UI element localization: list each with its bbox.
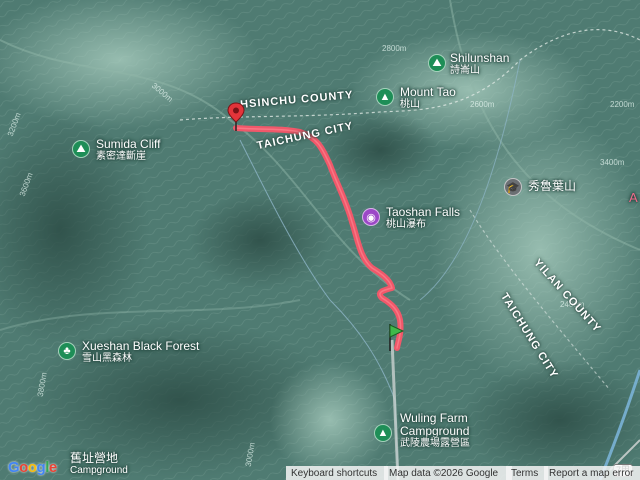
end-marker-icon[interactable] <box>227 102 245 132</box>
camera-icon[interactable]: ◉ <box>362 208 380 226</box>
poi-taoshan-falls[interactable]: Taoshan Falls 桃山瀑布 <box>386 206 460 231</box>
hiking-poi-icon[interactable]: ⛰ <box>72 140 90 158</box>
poi-wuling-farm-campground[interactable]: Wuling Farm Campground 武陵農場露營區 <box>400 412 470 450</box>
contour-label: 2600m <box>470 100 495 109</box>
poi-shilunshan[interactable]: Shilunshan 詩崙山 <box>450 52 509 77</box>
contour-label: 2800m <box>382 44 407 53</box>
poi-xueshan-black-forest[interactable]: Xueshan Black Forest 雪山黑森林 <box>82 340 199 365</box>
contour-label: 2200m <box>610 100 635 109</box>
poi-old-campsite[interactable]: 舊址營地 Campground <box>70 452 128 477</box>
tree-icon[interactable]: ♣ <box>58 342 76 360</box>
keyboard-shortcuts-link[interactable]: Keyboard shortcuts <box>286 466 388 480</box>
poi-sumida-cliff[interactable]: Sumida Cliff 素密達斷崖 <box>96 138 160 163</box>
campground-icon[interactable]: ▲ <box>374 424 392 442</box>
google-logo: Google <box>8 459 57 476</box>
poi-xiulu-yeshan[interactable]: 秀魯葉山 <box>528 180 576 193</box>
mountain-icon[interactable]: ▲ <box>376 88 394 106</box>
terms-link[interactable]: Terms <box>506 466 548 480</box>
hiking-poi-icon[interactable]: ⛰ <box>428 54 446 72</box>
map-data-attribution: Map data ©2026 Google <box>384 466 512 480</box>
graduation-cap-icon[interactable]: 🎓 <box>504 178 522 196</box>
start-marker-icon[interactable] <box>386 322 406 352</box>
poi-mount-tao[interactable]: Mount Tao 桃山 <box>400 86 456 111</box>
terrain-layer <box>0 0 640 480</box>
report-map-error-link[interactable]: Report a map error <box>544 466 640 480</box>
map-canvas[interactable]: 3000m 2800m 3200m 3600m 2600m 3400m 2400… <box>0 0 640 480</box>
edge-place-label: A <box>629 190 638 205</box>
contour-label: 3400m <box>600 158 625 167</box>
